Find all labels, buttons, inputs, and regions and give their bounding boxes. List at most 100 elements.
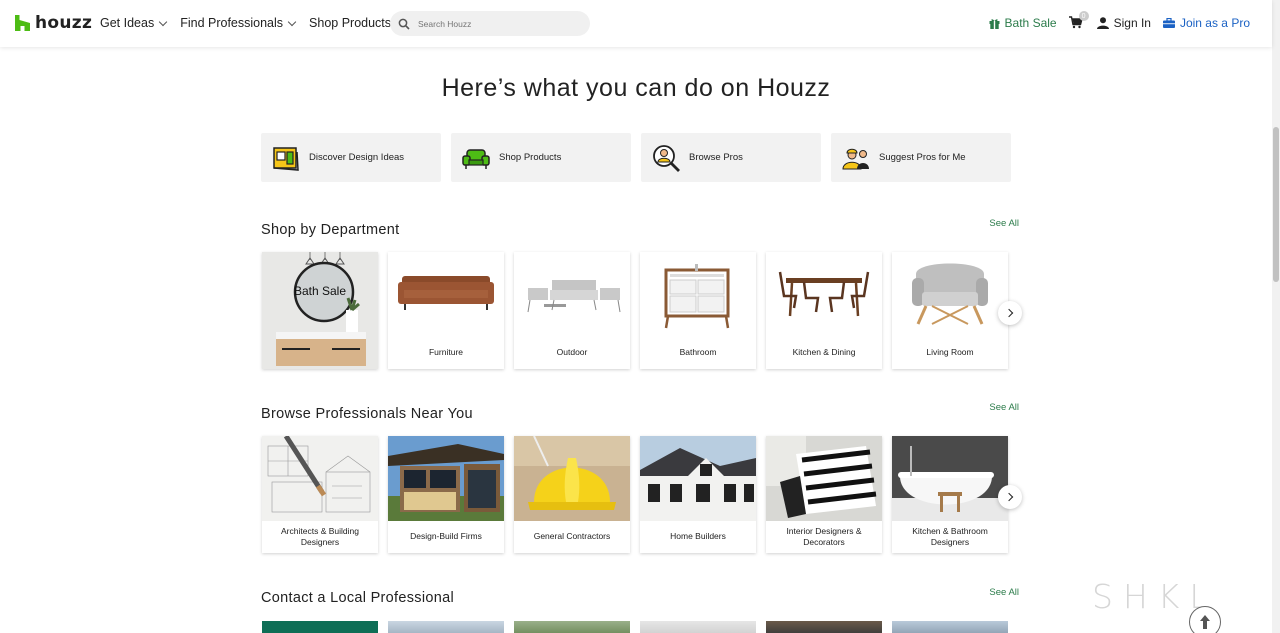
contact-local-see-all[interactable]: See All [989, 587, 1019, 598]
outdoor-image [514, 252, 630, 337]
design-ideas-icon [273, 146, 299, 171]
nav-label: Shop Products [309, 16, 392, 30]
card-label: Home Builders [670, 531, 726, 542]
action-shop-products[interactable]: Shop Products [451, 133, 631, 182]
search-input[interactable] [418, 18, 568, 29]
card-label: Kitchen & Dining [792, 347, 856, 358]
action-label: Shop Products [499, 152, 562, 163]
furniture-image [388, 252, 504, 337]
local-card-4[interactable] [640, 621, 756, 633]
design-build-image [388, 436, 504, 521]
cart-button[interactable]: 0 [1068, 11, 1089, 30]
action-label: Browse Pros [689, 152, 743, 163]
browse-pros-see-all[interactable]: See All [989, 402, 1019, 413]
action-label: Discover Design Ideas [309, 152, 405, 163]
home-builders-image [640, 436, 756, 521]
browse-pros-title: Browse Professionals Near You [261, 406, 473, 422]
architects-image [262, 436, 378, 521]
card-label: Kitchen & Bathroom Designers [912, 525, 988, 547]
action-browse-pros[interactable]: Browse Pros [641, 133, 821, 182]
bath-sale-banner[interactable]: Bath Sale [262, 252, 378, 369]
living-room-image [892, 252, 1008, 337]
search-box[interactable] [390, 11, 590, 36]
sofa-icon [462, 148, 490, 169]
local-card-2[interactable] [388, 621, 504, 633]
card-label: Living Room [926, 347, 974, 358]
user-icon [1096, 17, 1109, 29]
nav-label: Get Ideas [100, 16, 155, 30]
header-right-nav: Bath Sale 0 Sign In Join as a Pro [989, 11, 1250, 30]
department-card-outdoor[interactable]: Outdoor [514, 252, 630, 369]
nav-shop-products[interactable]: Shop Products [309, 16, 405, 30]
bath-sale-label: Bath Sale [1004, 16, 1057, 30]
houzz-logo-icon [15, 15, 30, 31]
nav-label: Find Professionals [180, 16, 284, 30]
magnifier-person-icon [653, 144, 680, 172]
shop-department-title: Shop by Department [261, 222, 400, 238]
top-header: houzz Get Ideas Find Professionals Shop … [0, 0, 1272, 47]
action-discover-design-ideas[interactable]: Discover Design Ideas [261, 133, 441, 182]
pro-card-kitchen-bath-designers[interactable]: Kitchen & Bathroom Designers [892, 436, 1008, 553]
action-tiles: Discover Design Ideas Shop Products Brow… [261, 133, 1011, 182]
department-next-button[interactable] [998, 301, 1022, 325]
card-label: Furniture [428, 347, 463, 358]
bath-sale-banner-text: Bath Sale [293, 284, 347, 298]
kitchen-dining-image [766, 252, 882, 337]
back-to-top-button[interactable] [1189, 606, 1221, 633]
card-label: Design-Build Firms [410, 531, 482, 542]
page-scrollbar[interactable] [1272, 0, 1280, 633]
department-card-bathroom[interactable]: Bathroom [640, 252, 756, 369]
pros-next-button[interactable] [998, 485, 1022, 509]
kitchen-bath-designers-image [892, 436, 1008, 521]
local-card-6[interactable] [892, 621, 1008, 633]
bath-sale-link[interactable]: Bath Sale [989, 16, 1057, 30]
department-card-furniture[interactable]: Furniture [388, 252, 504, 369]
arrow-up-icon [1200, 615, 1210, 629]
chevron-down-icon [287, 17, 297, 26]
sign-in-link[interactable]: Sign In [1096, 16, 1151, 30]
briefcase-icon [1162, 18, 1175, 28]
contact-local-title: Contact a Local Professional [261, 590, 454, 606]
card-label: Interior Designers & Decorators [786, 525, 862, 547]
pro-card-design-build[interactable]: Design-Build Firms [388, 436, 504, 553]
department-card-kitchen-dining[interactable]: Kitchen & Dining [766, 252, 882, 369]
pro-card-interior-designers[interactable]: Interior Designers & Decorators [766, 436, 882, 553]
bath-sale-image: Bath Sale [262, 252, 378, 369]
card-label: General Contractors [533, 531, 611, 542]
action-suggest-pros[interactable]: Suggest Pros for Me [831, 133, 1011, 182]
houzz-logo[interactable]: houzz [15, 13, 92, 33]
chevron-down-icon [158, 17, 168, 26]
card-label: Bathroom [679, 347, 717, 358]
main-nav: Get Ideas Find Professionals Shop Produc… [100, 16, 405, 30]
pro-card-architects[interactable]: Architects & Building Designers [262, 436, 378, 553]
gift-icon [989, 18, 1000, 29]
cart-count-badge: 0 [1078, 11, 1089, 21]
nav-get-ideas[interactable]: Get Ideas [100, 16, 168, 30]
search-icon [398, 18, 410, 30]
sign-in-label: Sign In [1113, 16, 1151, 30]
nav-find-professionals[interactable]: Find Professionals [180, 16, 297, 30]
join-as-pro-label: Join as a Pro [1179, 16, 1250, 30]
scrollbar-thumb[interactable] [1273, 127, 1279, 282]
pros-suggest-icon [842, 148, 869, 169]
chevron-right-icon [1004, 492, 1013, 502]
shop-department-see-all[interactable]: See All [989, 218, 1019, 229]
pro-card-general-contractors[interactable]: General Contractors [514, 436, 630, 553]
department-row: Bath Sale Furniture Outdoor Bathroom Kit… [262, 252, 1008, 369]
chevron-right-icon [1004, 308, 1013, 318]
card-label: Architects & Building Designers [281, 525, 359, 547]
department-card-living-room[interactable]: Living Room [892, 252, 1008, 369]
hero-title: Here’s what you can do on Houzz [441, 74, 831, 102]
general-contractors-image [514, 436, 630, 521]
bathroom-image [640, 252, 756, 337]
local-card-1[interactable] [262, 621, 378, 633]
local-card-5[interactable] [766, 621, 882, 633]
interior-designers-image [766, 436, 882, 521]
action-label: Suggest Pros for Me [879, 152, 966, 163]
join-as-pro-link[interactable]: Join as a Pro [1162, 16, 1250, 30]
pro-card-home-builders[interactable]: Home Builders [640, 436, 756, 553]
pros-row: Architects & Building Designers Design-B… [262, 436, 1008, 553]
local-card-3[interactable] [514, 621, 630, 633]
logo-text: houzz [35, 13, 93, 33]
contact-local-row [262, 621, 1008, 633]
